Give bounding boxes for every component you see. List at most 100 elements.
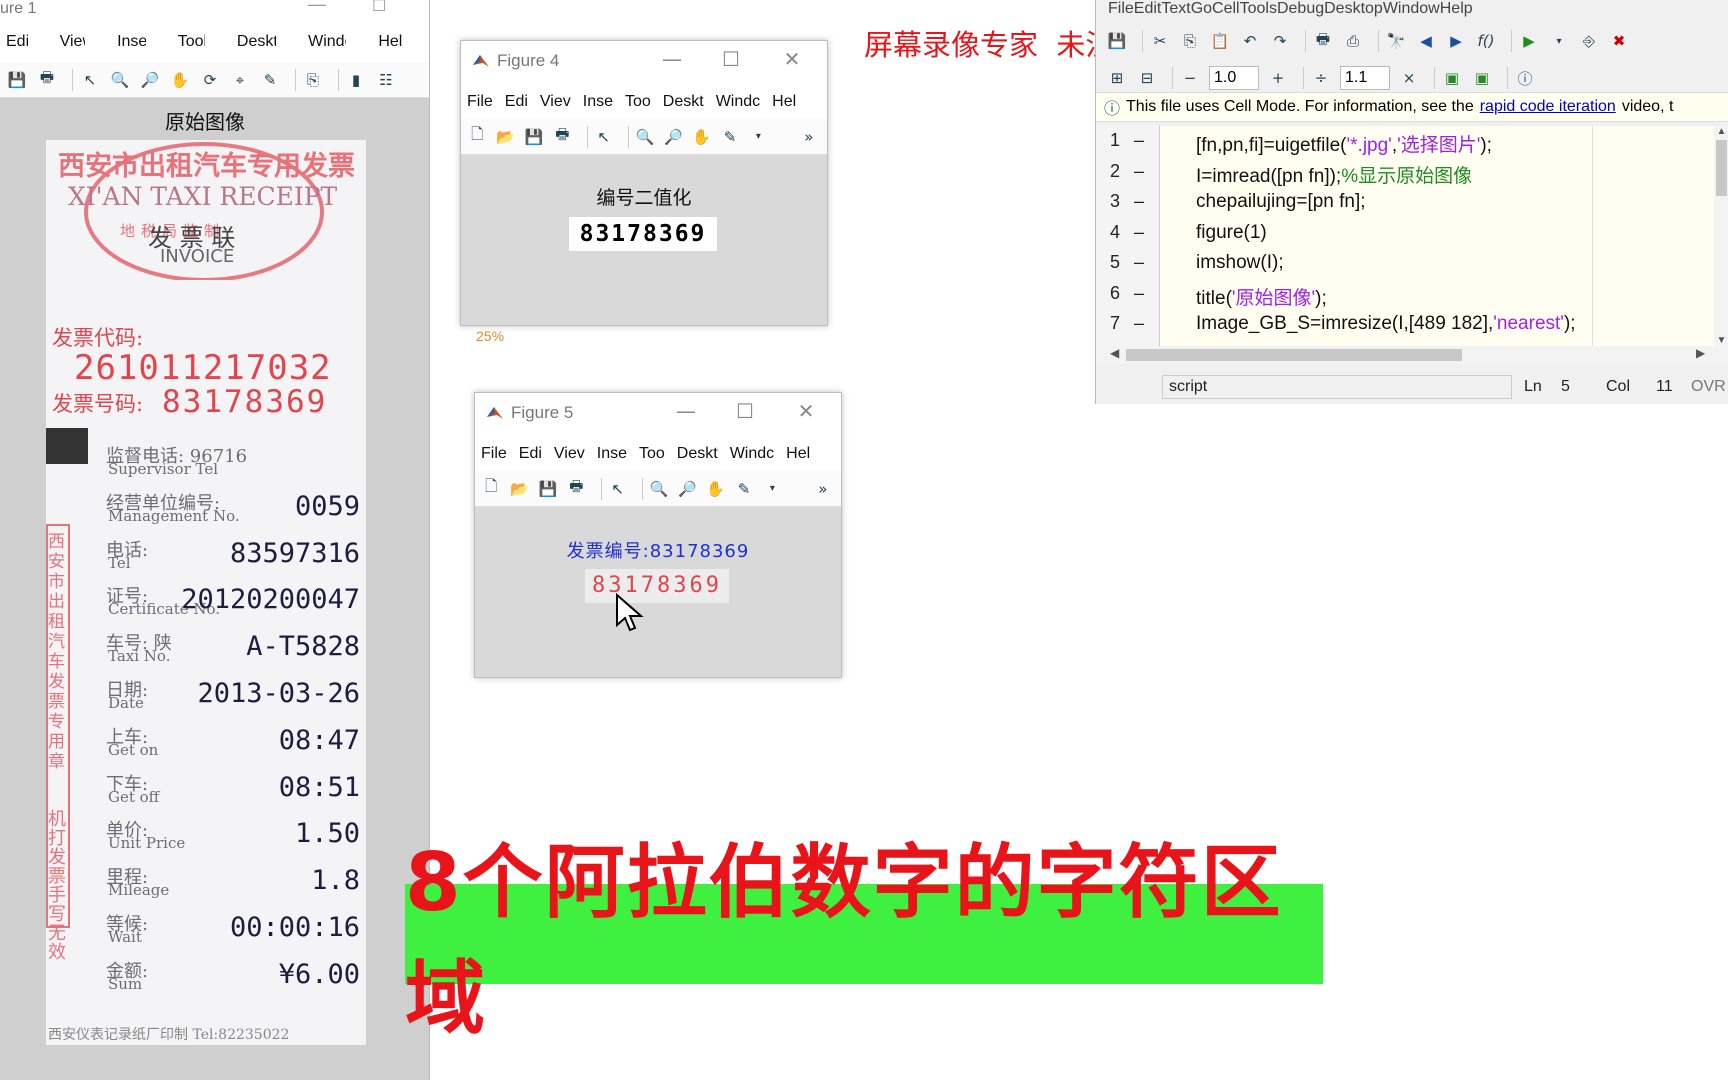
figure5-titlebar[interactable]: Figure 5 — ☐ ✕ — [475, 393, 841, 437]
menu-item-edi[interactable]: Edi — [513, 445, 548, 463]
print-icon[interactable]: 🖶 — [36, 68, 58, 91]
maximize-icon[interactable]: ☐ — [730, 399, 760, 423]
breakpoint-dash[interactable]: – — [1134, 222, 1144, 243]
new-file-icon[interactable]: 🗋 — [467, 125, 487, 148]
breakpoint-dash[interactable]: – — [1134, 313, 1144, 334]
menu-item-debug[interactable]: Debug — [1277, 0, 1324, 18]
zoom-in-icon[interactable]: 🔍 — [109, 69, 131, 91]
find-icon[interactable]: 🔭 — [1385, 30, 1407, 52]
menu-item-viev[interactable]: Viev — [534, 93, 577, 111]
back-arrow-icon[interactable]: ◀ — [1415, 30, 1437, 52]
chevron-down-icon[interactable]: ▾ — [762, 478, 782, 500]
menu-item-hel[interactable]: Hel — [780, 445, 816, 463]
figure4-titlebar[interactable]: Figure 4 — ☐ ✕ — [461, 41, 827, 85]
menu-item-help[interactable]: Help — [372, 33, 403, 51]
pointer-icon[interactable]: ↖ — [607, 478, 627, 500]
code-area[interactable]: 1–2–3–4–5–6–7– [fn,pn,fi]=uigetfile('*.j… — [1096, 126, 1716, 346]
menu-item-tools[interactable]: Tools — [1240, 0, 1277, 18]
menu-item-window[interactable]: Window — [302, 33, 346, 51]
h-scroll-thumb[interactable] — [1126, 349, 1462, 361]
close-icon[interactable]: ✕ — [791, 399, 821, 423]
publish-icon[interactable]: ⎙ — [1342, 30, 1364, 52]
save-icon[interactable]: 💾 — [1106, 30, 1128, 52]
menu-item-tools[interactable]: Tools — [172, 33, 205, 51]
cell-minus-field[interactable] — [1209, 66, 1259, 90]
menu-item-windc[interactable]: Windc — [724, 445, 780, 463]
breakpoint-dash[interactable]: – — [1134, 283, 1144, 304]
menu-item-insert[interactable]: Insert — [111, 33, 146, 51]
overflow-icon[interactable]: » — [799, 126, 819, 148]
code-line[interactable]: [fn,pn,fi]=uigetfile('*.jpg','选择图片'); — [1196, 130, 1492, 157]
code-line[interactable]: Image_GB_S=imresize(I,[489 182],'nearest… — [1196, 313, 1576, 335]
menu-item-desktop[interactable]: Desktop — [231, 33, 276, 51]
code-line[interactable]: I=imread([pn fn]);%显示原始图像 — [1196, 161, 1472, 188]
colorbar-icon[interactable]: ▮ — [345, 69, 367, 91]
figure1-titlebar[interactable]: ure 1 — ☐ ✕ — [0, 0, 429, 22]
code-line[interactable]: title('原始图像'); — [1196, 283, 1327, 310]
legend-icon[interactable]: ☷ — [375, 69, 397, 91]
minus-icon[interactable]: − — [1179, 67, 1201, 89]
clear-breakpoints-icon[interactable]: ✖ — [1608, 30, 1630, 52]
menu-item-help[interactable]: Help — [1440, 0, 1473, 18]
open-icon[interactable]: 📂 — [509, 478, 529, 500]
zoom-out-icon[interactable]: 🔎 — [663, 126, 683, 148]
breakpoint-dash[interactable]: – — [1134, 130, 1144, 151]
menu-item-view[interactable]: View — [54, 33, 85, 51]
cut-icon[interactable]: ✂ — [1149, 30, 1171, 52]
rapid-code-iteration-link[interactable]: rapid code iteration — [1480, 98, 1616, 116]
scroll-left-icon[interactable]: ◀ — [1110, 346, 1119, 360]
menu-item-desktop[interactable]: Desktop — [1324, 0, 1383, 18]
forward-arrow-icon[interactable]: ▶ — [1445, 30, 1467, 52]
menu-item-window[interactable]: Window — [1383, 0, 1440, 18]
print-icon[interactable]: 🖶 — [552, 125, 572, 148]
code-line[interactable]: imshow(I); — [1196, 252, 1284, 274]
cell-info-icon[interactable]: ⓘ — [1514, 67, 1536, 89]
zoom-in-icon[interactable]: 🔍 — [649, 478, 669, 500]
code-line[interactable]: chepailujing=[pn fn]; — [1196, 191, 1366, 213]
menu-item-file[interactable]: File — [461, 93, 499, 111]
pan-icon[interactable]: ✋ — [169, 69, 191, 91]
insert-cell-icon[interactable]: ⊞ — [1106, 67, 1128, 89]
menu-item-cell[interactable]: Cell — [1212, 0, 1240, 18]
vertical-scrollbar[interactable]: ▲ ▼ — [1714, 126, 1728, 346]
menu-item-edi[interactable]: Edi — [499, 93, 534, 111]
save-icon[interactable]: 💾 — [6, 69, 28, 91]
rotate-icon[interactable]: ⟳ — [199, 69, 221, 91]
brush-icon[interactable]: ✎ — [259, 69, 281, 91]
code-line[interactable]: figure(1) — [1196, 222, 1267, 244]
print-icon[interactable]: 🖶 — [566, 477, 586, 500]
function-icon[interactable]: f() — [1475, 30, 1497, 52]
minimize-icon[interactable]: — — [308, 0, 326, 15]
menu-item-windc[interactable]: Windc — [710, 93, 766, 111]
times-icon[interactable]: × — [1398, 67, 1420, 89]
chevron-down-icon[interactable]: ▾ — [748, 126, 768, 148]
brush-icon[interactable]: ✎ — [734, 478, 754, 500]
scroll-thumb[interactable] — [1716, 140, 1727, 196]
menu-item-hel[interactable]: Hel — [766, 93, 802, 111]
menu-item-text[interactable]: Text — [1161, 0, 1190, 18]
link-icon[interactable]: ⎘ — [302, 69, 324, 91]
menu-item-inse[interactable]: Inse — [591, 445, 633, 463]
menu-item-file[interactable]: File — [475, 445, 513, 463]
menu-item-deskt[interactable]: Deskt — [657, 93, 710, 111]
minimize-icon[interactable]: — — [657, 47, 687, 71]
save-icon[interactable]: 💾 — [538, 478, 558, 500]
pointer-icon[interactable]: ↖ — [79, 69, 101, 91]
eval-cell-icon[interactable]: ⊟ — [1136, 67, 1158, 89]
cell-div-field[interactable] — [1340, 66, 1390, 90]
menu-item-inse[interactable]: Inse — [577, 93, 619, 111]
undo-icon[interactable]: ↶ — [1239, 30, 1261, 52]
breakpoint-dash[interactable]: – — [1134, 252, 1144, 273]
scroll-right-icon[interactable]: ▶ — [1696, 346, 1705, 360]
new-file-icon[interactable]: 🗋 — [481, 477, 501, 500]
scroll-down-icon[interactable]: ▼ — [1714, 335, 1728, 346]
pan-icon[interactable]: ✋ — [691, 126, 711, 148]
open-icon[interactable]: 📂 — [495, 126, 515, 148]
cell-run-icon[interactable]: ▣ — [1441, 67, 1463, 89]
overflow-icon[interactable]: » — [813, 478, 833, 500]
paste-icon[interactable]: 📋 — [1209, 30, 1231, 52]
menu-item-viev[interactable]: Viev — [548, 445, 591, 463]
brush-icon[interactable]: ✎ — [720, 126, 740, 148]
pan-icon[interactable]: ✋ — [705, 478, 725, 500]
menu-item-file[interactable]: File — [1108, 0, 1134, 18]
